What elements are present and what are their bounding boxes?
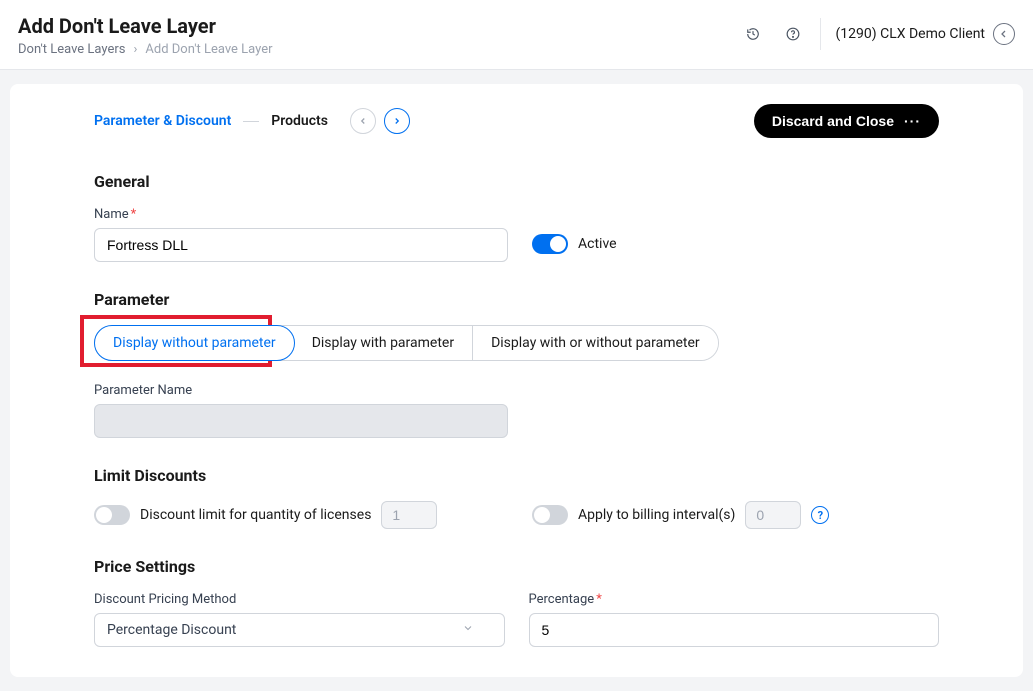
price-settings-heading: Price Settings <box>94 557 939 576</box>
discard-close-button[interactable]: Discard and Close ··· <box>754 104 939 138</box>
license-limit-label: Discount limit for quantity of licenses <box>140 507 371 523</box>
method-label: Discount Pricing Method <box>94 592 505 607</box>
general-heading: General <box>94 172 939 191</box>
interval-limit-toggle[interactable] <box>532 505 568 525</box>
license-limit-toggle[interactable] <box>94 505 130 525</box>
more-icon: ··· <box>904 113 921 129</box>
client-selector[interactable]: (1290) CLX Demo Client <box>835 23 1015 45</box>
discard-label: Discard and Close <box>772 113 894 129</box>
percentage-label: Percentage* <box>529 592 940 607</box>
breadcrumb-root[interactable]: Don't Leave Layers <box>18 42 125 57</box>
param-name-input <box>94 404 508 438</box>
step-products[interactable]: Products <box>271 113 328 129</box>
step-next-button[interactable] <box>384 108 410 134</box>
param-name-label: Parameter Name <box>94 383 508 398</box>
pricing-method-value: Percentage Discount <box>107 622 236 638</box>
name-input[interactable] <box>94 228 508 262</box>
pricing-method-select[interactable]: Percentage Discount <box>94 613 505 647</box>
help-icon[interactable] <box>780 21 806 47</box>
parameter-segmented-control: Display without parameter Display with p… <box>94 325 719 361</box>
name-label: Name* <box>94 207 508 222</box>
interval-help-icon[interactable]: ? <box>811 506 829 524</box>
step-parameter-discount[interactable]: Parameter & Discount <box>94 113 231 129</box>
parameter-heading: Parameter <box>94 290 939 309</box>
history-icon[interactable] <box>740 21 766 47</box>
seg-display-without[interactable]: Display without parameter <box>94 325 295 361</box>
limit-discounts-heading: Limit Discounts <box>94 466 939 485</box>
interval-limit-input <box>745 501 801 529</box>
chevron-down-icon <box>462 622 474 638</box>
active-label: Active <box>578 236 617 252</box>
interval-limit-label: Apply to billing interval(s) <box>578 507 735 523</box>
active-toggle[interactable] <box>532 234 568 254</box>
page-header: Add Don't Leave Layer Don't Leave Layers… <box>0 0 1033 70</box>
divider <box>820 18 821 50</box>
page-title: Add Don't Leave Layer <box>18 14 273 38</box>
seg-display-with[interactable]: Display with parameter <box>294 326 473 360</box>
percentage-input[interactable] <box>529 613 940 647</box>
breadcrumb: Don't Leave Layers › Add Don't Leave Lay… <box>18 42 273 57</box>
back-arrow-icon[interactable] <box>993 23 1015 45</box>
chevron-right-icon: › <box>133 42 137 57</box>
form-card: Parameter & Discount Products Discard an… <box>10 84 1023 677</box>
license-limit-input <box>381 501 437 529</box>
seg-display-with-or-without[interactable]: Display with or without parameter <box>473 326 718 360</box>
step-prev-button[interactable] <box>350 108 376 134</box>
client-label: (1290) CLX Demo Client <box>835 26 985 42</box>
breadcrumb-current: Add Don't Leave Layer <box>145 42 272 57</box>
step-connector <box>243 121 259 122</box>
